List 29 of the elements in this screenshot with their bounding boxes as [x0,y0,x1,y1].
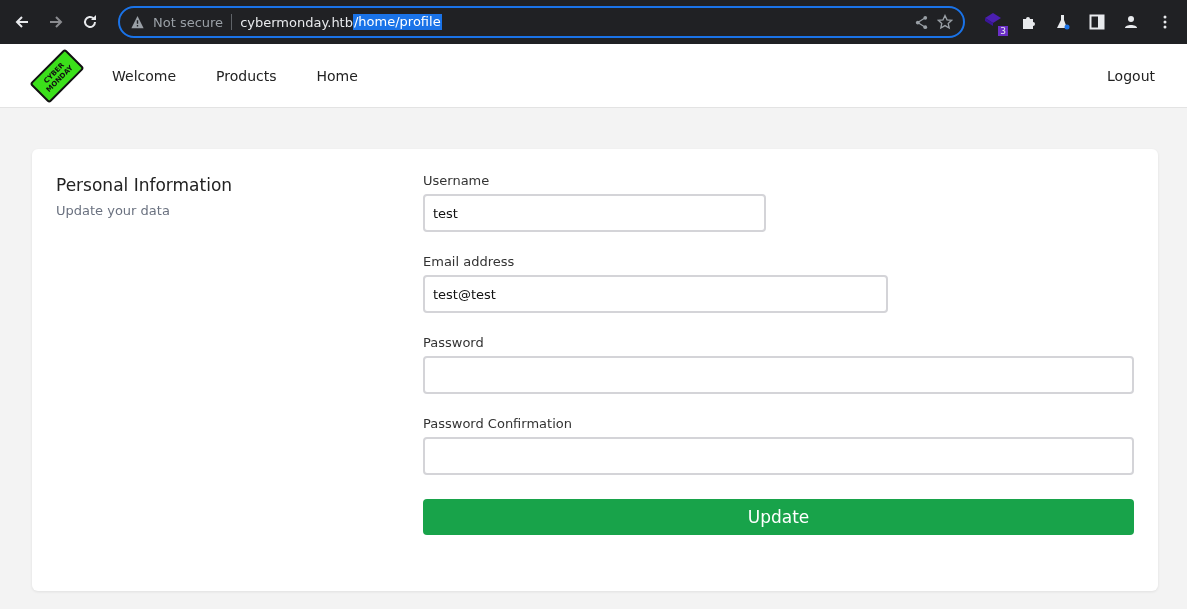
extension-badge: 3 [998,26,1008,36]
url-path: /home/profile [352,14,442,30]
section-subtitle: Update your data [56,203,171,218]
nav-link[interactable]: Welcome [112,67,177,84]
logout-link[interactable]: Logout [1107,67,1155,84]
input-field[interactable]: test [423,194,766,232]
share-icon[interactable] [914,14,929,30]
sidebar-icon[interactable] [1089,14,1105,30]
input-field[interactable] [423,356,1134,394]
section-title: Personal Information [56,175,234,195]
reload-icon[interactable] [82,14,98,30]
back-icon[interactable] [14,14,30,30]
profile-icon[interactable] [1123,14,1139,30]
security-label: Not secure [153,14,224,30]
flask-icon[interactable] [1055,14,1071,30]
star-icon[interactable] [937,14,953,30]
field-label: Email address [423,254,516,269]
address-bar[interactable]: Not secure cybermonday.htb/home/profile [118,6,965,38]
url-host: cybermonday.htb [240,14,353,30]
input-field[interactable] [423,437,1134,475]
field-label: Password Confirmation [423,416,573,431]
nav-link[interactable]: Home [316,67,358,84]
field-label: Password [423,335,485,350]
forward-icon[interactable] [48,14,64,30]
input-field[interactable]: test@test [423,275,888,313]
puzzle-icon[interactable] [1021,14,1037,30]
nav-link[interactable]: Products [216,67,277,84]
field-label: Username [423,173,491,188]
warning-icon [130,15,145,29]
